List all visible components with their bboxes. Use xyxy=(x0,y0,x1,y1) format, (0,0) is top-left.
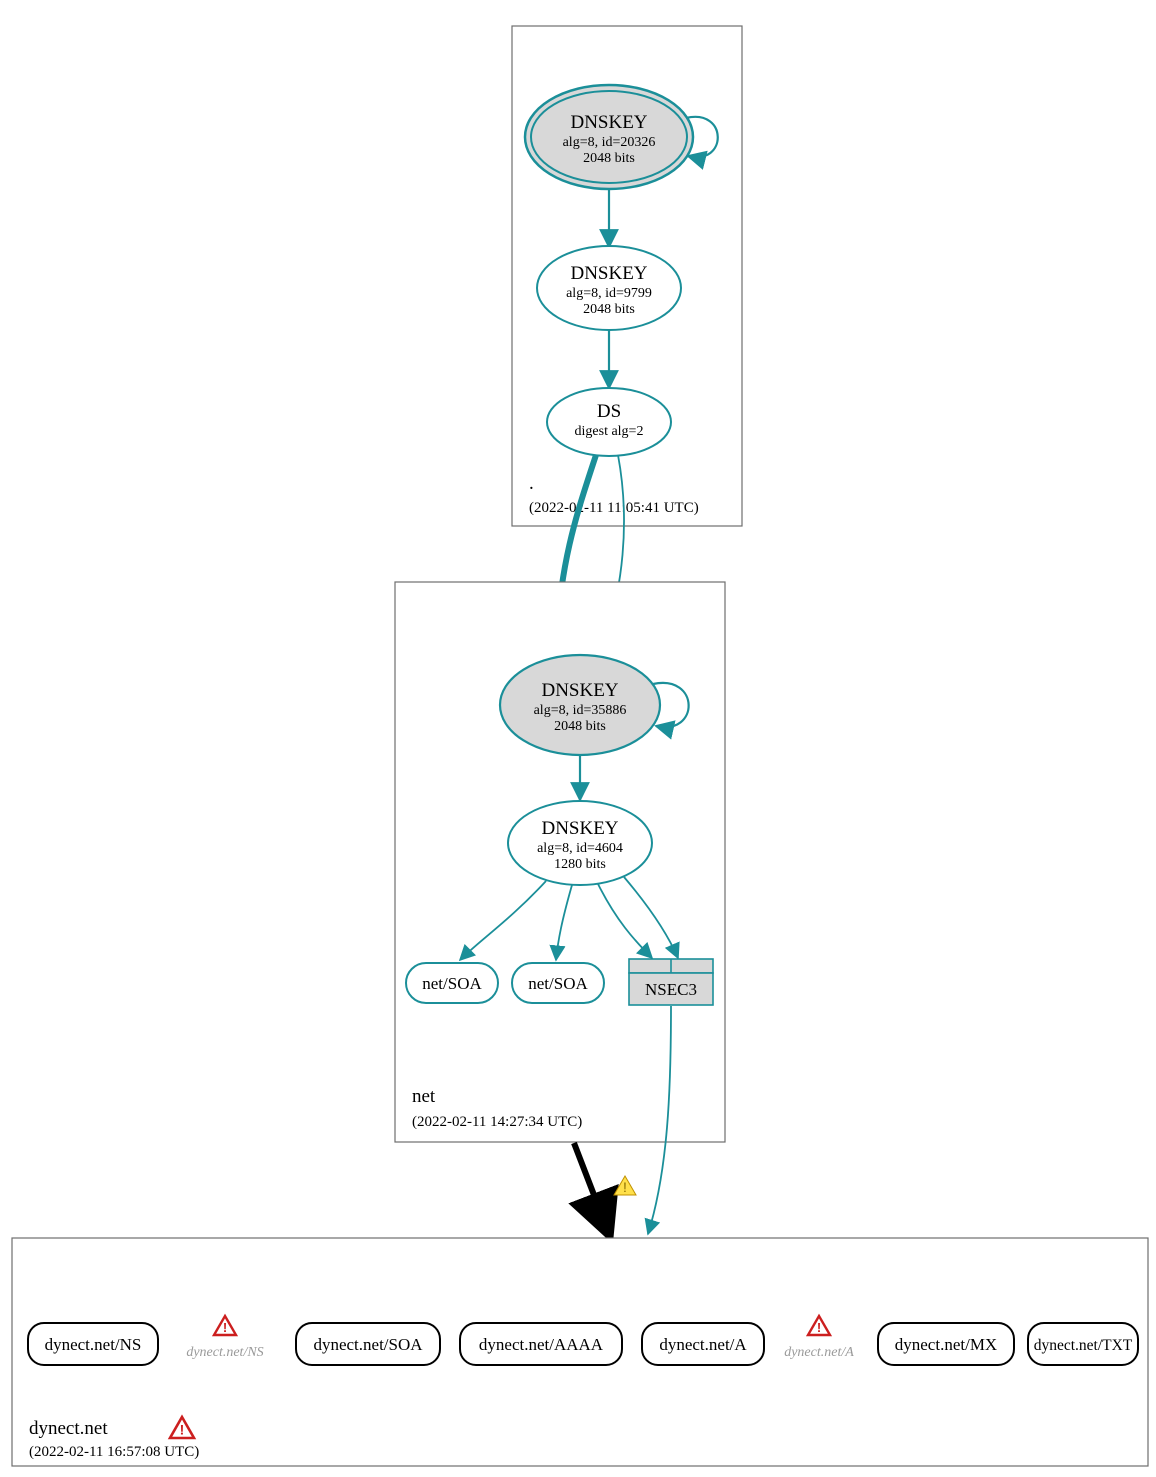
node-title: net/SOA xyxy=(422,974,482,993)
zone-dynect-label: dynect.net xyxy=(29,1418,108,1439)
zone-root-label: . xyxy=(529,473,534,494)
record-label: dynect.net/A xyxy=(659,1335,747,1354)
record-dynect-a: dynect.net/A xyxy=(642,1323,764,1365)
record-label: dynect.net/AAAA xyxy=(479,1335,604,1354)
node-sub2: 2048 bits xyxy=(583,151,635,166)
warning-icon-edge: ! xyxy=(614,1176,636,1195)
record-label: dynect.net/SOA xyxy=(313,1335,423,1354)
zone-root: DNSKEY alg=8, id=20326 2048 bits DNSKEY … xyxy=(512,26,742,526)
node-title: DNSKEY xyxy=(570,263,647,284)
node-net-nsec3: NSEC3 xyxy=(629,959,713,1005)
zone-net-timestamp: (2022-02-11 14:27:34 UTC) xyxy=(412,1114,582,1130)
node-sub2: 2048 bits xyxy=(583,302,635,317)
node-title: net/SOA xyxy=(528,974,588,993)
node-net-soa1: net/SOA xyxy=(406,963,498,1003)
record-dynect-ns: dynect.net/NS xyxy=(28,1323,158,1365)
svg-text:!: ! xyxy=(817,1320,821,1335)
node-sub1: alg=8, id=4604 xyxy=(537,841,623,856)
node-net-soa2: net/SOA xyxy=(512,963,604,1003)
zone-dynect: dynect.net/NS ! dynect.net/NS dynect.net… xyxy=(12,1238,1148,1466)
record-label: dynect.net/A xyxy=(784,1345,854,1360)
record-dynect-soa: dynect.net/SOA xyxy=(296,1323,440,1365)
node-sub2: 2048 bits xyxy=(554,719,606,734)
node-net-zsk: DNSKEY alg=8, id=4604 1280 bits xyxy=(508,801,652,885)
edge-net-to-dynect-black xyxy=(574,1143,609,1234)
node-title: DS xyxy=(597,401,621,422)
node-sub1: alg=8, id=9799 xyxy=(566,286,652,301)
node-net-ksk: DNSKEY alg=8, id=35886 2048 bits xyxy=(500,655,660,755)
node-title: DNSKEY xyxy=(541,818,618,839)
zone-net: DNSKEY alg=8, id=35886 2048 bits DNSKEY … xyxy=(395,582,725,1142)
node-root-ds: DS digest alg=2 xyxy=(547,388,671,456)
record-label: dynect.net/NS xyxy=(45,1335,142,1354)
zone-net-label: net xyxy=(412,1086,436,1107)
zone-root-timestamp: (2022-02-11 11:05:41 UTC) xyxy=(529,500,699,516)
svg-text:!: ! xyxy=(623,1179,627,1195)
record-dynect-aaaa: dynect.net/AAAA xyxy=(460,1323,622,1365)
node-title: NSEC3 xyxy=(645,980,697,999)
record-dynect-txt: dynect.net/TXT xyxy=(1028,1323,1138,1365)
record-label: dynect.net/NS xyxy=(186,1345,263,1360)
node-root-ksk: DNSKEY alg=8, id=20326 2048 bits xyxy=(525,85,693,189)
node-sub1: digest alg=2 xyxy=(575,424,644,439)
node-sub1: alg=8, id=20326 xyxy=(563,135,656,150)
node-root-zsk: DNSKEY alg=8, id=9799 2048 bits xyxy=(537,246,681,330)
node-title: DNSKEY xyxy=(570,112,647,133)
node-title: DNSKEY xyxy=(541,680,618,701)
record-label: dynect.net/MX xyxy=(895,1335,997,1354)
node-sub1: alg=8, id=35886 xyxy=(534,703,627,718)
record-label: dynect.net/TXT xyxy=(1034,1337,1133,1354)
zone-dynect-timestamp: (2022-02-11 16:57:08 UTC) xyxy=(29,1444,199,1460)
svg-text:!: ! xyxy=(180,1422,185,1438)
node-sub2: 1280 bits xyxy=(554,857,606,872)
svg-text:!: ! xyxy=(223,1320,227,1335)
record-dynect-mx: dynect.net/MX xyxy=(878,1323,1014,1365)
